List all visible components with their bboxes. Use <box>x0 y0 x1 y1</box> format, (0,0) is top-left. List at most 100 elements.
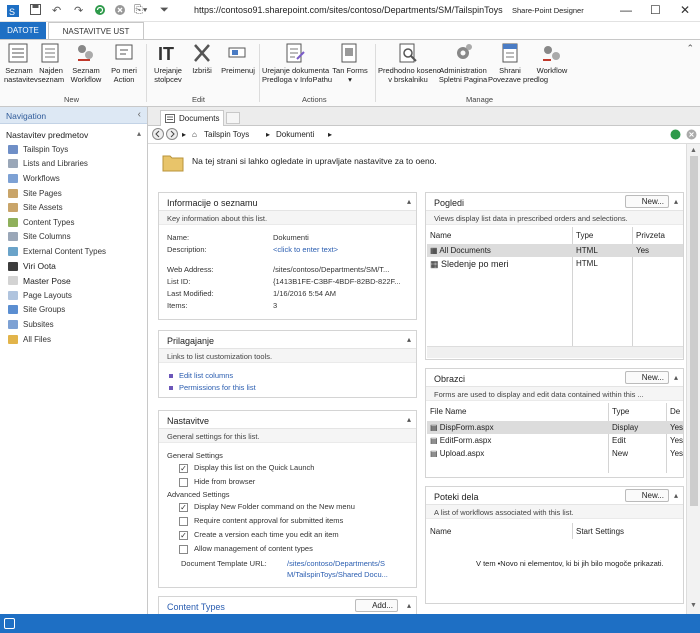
collapse-panel-icon[interactable]: ▴ <box>407 601 411 610</box>
column-header-name[interactable]: Name <box>430 527 451 536</box>
minimize-button[interactable]: — <box>620 3 632 17</box>
preview-icon[interactable]: ⎘▾ <box>134 4 147 17</box>
table-row[interactable]: ▤ EditForm.aspx <box>430 436 491 445</box>
forms-panel: Obrazci New... ▴ Forms are used to displ… <box>425 368 684 478</box>
checkbox-icon <box>179 544 188 554</box>
new-tab-button[interactable] <box>226 112 240 124</box>
collapse-panel-icon[interactable]: ▴ <box>407 335 411 344</box>
nav-item-content-types[interactable]: Content Types <box>0 215 147 230</box>
breadcrumb-list[interactable]: Dokumenti <box>276 130 314 139</box>
versioning-checkbox[interactable]: ✓ Create a version each time you edit an … <box>179 530 339 540</box>
rename-button[interactable]: Preimenuj <box>218 42 258 75</box>
refresh-icon[interactable] <box>94 4 106 19</box>
nav-item-workflows[interactable]: Workflows <box>0 171 147 186</box>
nav-item-site-assets[interactable]: Site Assets <box>0 200 147 215</box>
nav-item-data-sources[interactable]: Viri Oota <box>0 259 147 274</box>
redo-icon[interactable]: ↷ <box>74 4 83 17</box>
list-workflow-button[interactable]: Seznam Workflow <box>68 42 104 84</box>
edit-list-columns-link[interactable]: Edit list columns <box>169 371 233 380</box>
new-folder-checkbox[interactable]: ✓ Display New Folder command on the New m… <box>179 502 355 512</box>
collapse-panel-icon[interactable]: ▴ <box>407 415 411 424</box>
edit-columns-button[interactable]: IT Urejanje stolpcev <box>150 42 186 84</box>
undo-icon[interactable]: ↶ <box>52 4 61 17</box>
vertical-scrollbar[interactable]: ▲ ▼ <box>686 144 700 614</box>
preview-browser-button[interactable]: Predhodno koseno v brskalniku <box>378 42 441 84</box>
nav-item-tailspin-toys[interactable]: Tailspin Toys <box>0 142 147 157</box>
close-view-icon[interactable] <box>686 129 697 142</box>
quick-launch-checkbox[interactable]: ✓ Display this list on the Quick Launch <box>179 463 314 473</box>
nav-item-site-groups[interactable]: Site Groups <box>0 303 147 318</box>
maximize-button[interactable]: ☐ <box>650 3 661 17</box>
collapse-panel-icon[interactable]: ▴ <box>674 197 678 206</box>
tab-documents[interactable]: Documents <box>160 110 224 126</box>
column-header-default[interactable]: Privzeta <box>636 231 665 240</box>
save-icon[interactable] <box>30 4 41 18</box>
administration-button[interactable]: Administration Spletni Pagina <box>438 42 488 84</box>
scrollbar-thumb[interactable] <box>690 156 698 506</box>
table-row[interactable]: ▦ Sledenje po meri <box>430 259 509 270</box>
refresh-icon[interactable] <box>670 129 681 142</box>
add-content-type-button[interactable]: Add... <box>355 599 398 612</box>
collapse-panel-icon[interactable]: ▴ <box>407 197 411 206</box>
collapse-nav-icon[interactable]: ‹ <box>138 109 141 120</box>
scroll-down-icon[interactable]: ▼ <box>690 602 697 609</box>
section-collapse-icon[interactable]: ▴ <box>137 129 141 138</box>
nav-item-external-content-types[interactable]: External Content Types <box>0 244 147 259</box>
forms-button[interactable]: Tan Forms ▾ <box>330 42 370 84</box>
column-header-type[interactable]: Type <box>612 407 629 416</box>
table-row[interactable]: ▦ All Documents <box>430 246 491 255</box>
app-name: Share-Point Designer <box>512 6 584 15</box>
scroll-up-icon[interactable]: ▲ <box>690 147 697 154</box>
forward-button[interactable] <box>166 128 178 142</box>
save-template-button[interactable]: Shrani Povezave predlog <box>488 42 548 84</box>
nav-item-page-layouts[interactable]: Page Layouts <box>0 288 147 303</box>
template-url-value[interactable]: /sites/contoso/Departments/S <box>287 559 385 568</box>
stop-icon[interactable] <box>114 4 126 19</box>
tab-file[interactable]: DATOTE <box>0 22 46 40</box>
nav-item-label: Master Pose <box>23 275 71 286</box>
customize-toolbar-icon[interactable]: ⏷ <box>160 4 169 17</box>
content-types-checkbox[interactable]: Allow management of content types <box>179 544 313 554</box>
description-value[interactable]: <click to enter text> <box>273 245 338 254</box>
new-view-button[interactable]: New... <box>624 195 669 208</box>
column-header-type[interactable]: Type <box>576 231 593 240</box>
new-workflow-button[interactable]: New... <box>624 489 669 502</box>
title-bar: S ↶ ↷ ⎘▾ ⏷ https://contoso91.sharepoint.… <box>0 0 700 22</box>
nav-item-all-files[interactable]: All Files <box>0 332 147 347</box>
name-value[interactable]: Dokumenti <box>273 233 309 242</box>
collapse-panel-icon[interactable]: ▴ <box>674 491 678 500</box>
tab-list-settings[interactable]: NASTAVITVE UST <box>48 22 144 40</box>
template-url-value-continued[interactable]: M/TailspinToys/Shared Docu... <box>287 570 388 579</box>
find-list-button[interactable]: Najden seznam <box>34 42 68 84</box>
chevron-right-icon: ▸ <box>266 130 271 139</box>
nav-item-subsites[interactable]: Subsites <box>0 317 147 332</box>
collapse-ribbon-icon[interactable]: ⌃ <box>686 43 694 54</box>
table-row[interactable]: ▤ Upload.aspx <box>430 449 484 458</box>
column-header-start-settings[interactable]: Start Settings <box>576 527 624 536</box>
nav-item-master-pages[interactable]: Master Pose <box>0 273 147 288</box>
collapse-panel-icon[interactable]: ▴ <box>674 373 678 382</box>
content-approval-checkbox[interactable]: Require content approval for submitted i… <box>179 516 343 526</box>
edit-infopath-button[interactable]: Urejanje dokumenta Predloga v InfoPathu <box>262 42 332 84</box>
nav-item-site-columns[interactable]: Site Columns <box>0 230 147 245</box>
horizontal-scrollbar[interactable] <box>427 346 683 358</box>
column-header-default[interactable]: De <box>670 407 680 416</box>
edit-infopath-label: Urejanje dokumenta Predloga v InfoPathu <box>262 66 333 84</box>
hide-browser-checkbox[interactable]: Hide from browser <box>179 477 255 487</box>
table-row[interactable]: ▤ DispForm.aspx <box>430 423 494 432</box>
workflow-button[interactable]: Workflow <box>534 42 570 75</box>
nav-item-lists-libraries[interactable]: Lists and Libraries <box>0 157 147 172</box>
delete-button[interactable]: Izbriši <box>188 42 216 75</box>
new-form-button[interactable]: New... <box>624 371 669 384</box>
panel-header: Obrazci New... ▴ <box>426 369 683 387</box>
forms-label: Tan Forms ▾ <box>332 66 368 84</box>
close-button[interactable]: ✕ <box>680 3 690 17</box>
back-button[interactable] <box>152 128 164 142</box>
column-header-file-name[interactable]: File Name <box>430 407 466 416</box>
list-settings-button[interactable]: Seznam nastavitev <box>4 42 38 84</box>
breadcrumb-site[interactable]: Tailspin Toys <box>204 130 249 139</box>
permissions-link[interactable]: Permissions for this list <box>169 383 256 392</box>
column-header-name[interactable]: Name <box>430 231 451 240</box>
custom-action-button[interactable]: Po meri Action <box>106 42 142 84</box>
nav-item-site-pages[interactable]: Site Pages <box>0 186 147 201</box>
